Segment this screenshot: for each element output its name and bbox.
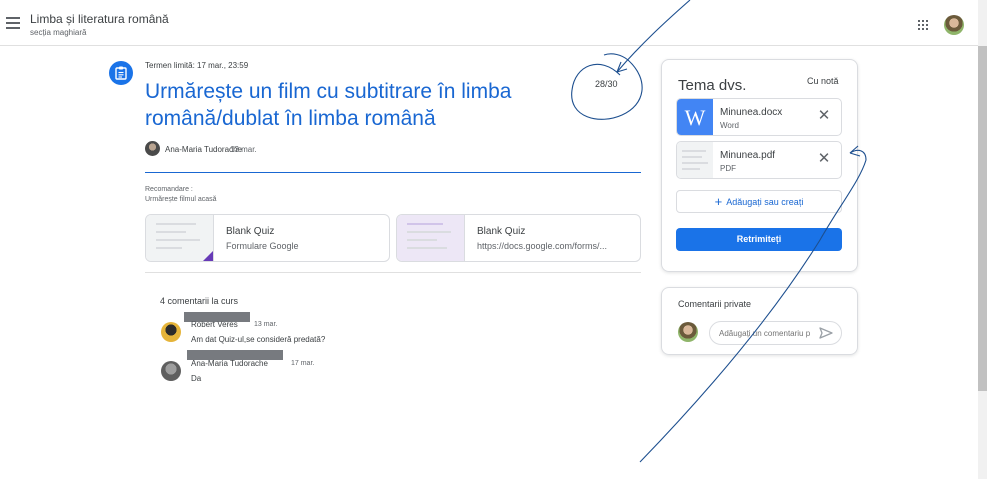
redaction-scribble (184, 312, 250, 322)
commenter-avatar (161, 361, 181, 381)
redaction-scribble (187, 350, 283, 360)
commenter-avatar (161, 322, 181, 342)
due-date: Termen limită: 17 mar., 23:59 (145, 61, 249, 70)
assignment-icon (109, 61, 133, 85)
class-subtitle: secția maghiară (30, 28, 87, 37)
attachment-card[interactable]: Blank Quiz https://docs.google.com/forms… (396, 214, 641, 262)
commenter-name: Ana-Maria Tudorache (191, 359, 268, 368)
user-avatar (678, 322, 698, 342)
send-icon[interactable] (819, 327, 833, 339)
attachment-thumbnail (397, 215, 465, 261)
pdf-file-icon (677, 142, 713, 178)
scrollbar-thumb[interactable] (978, 46, 987, 391)
submitted-file[interactable]: W Minunea.docx Word ✕ (676, 98, 842, 136)
attachment-title: Blank Quiz (477, 226, 526, 237)
close-icon[interactable]: ✕ (817, 108, 831, 123)
top-app-bar: Limba și literatura română secția maghia… (0, 0, 987, 46)
attachment-card[interactable]: Blank Quiz Formulare Google (145, 214, 390, 262)
file-type: PDF (720, 164, 736, 173)
account-avatar[interactable] (944, 15, 964, 35)
grade-points: 28/30 (595, 79, 618, 89)
title-divider (145, 172, 641, 173)
private-comments-title: Comentarii private (678, 299, 752, 309)
your-work-title: Tema dvs. (678, 77, 747, 94)
add-or-create-button[interactable]: + Adăugați sau creați (676, 190, 842, 213)
file-type: Word (720, 121, 739, 130)
comment-text: Am dat Quiz-ul,se consideră predată? (191, 335, 326, 344)
section-divider (145, 272, 641, 273)
add-or-create-label: Adăugați sau creați (726, 197, 804, 207)
apps-grid-icon[interactable] (918, 20, 928, 30)
close-icon[interactable]: ✕ (817, 151, 831, 166)
word-file-icon: W (677, 99, 713, 135)
recommendation-label: Recomandare : (145, 186, 193, 193)
file-name: Minunea.docx (720, 107, 783, 118)
attachment-title: Blank Quiz (226, 226, 275, 237)
post-date: 13 mar. (230, 145, 257, 154)
hamburger-menu-icon[interactable] (6, 17, 20, 29)
resubmit-button[interactable]: Retrimiteți (676, 228, 842, 251)
assignment-title: Urmărește un film cu subtitrare în limba… (145, 80, 512, 130)
author-avatar (145, 141, 160, 156)
submitted-file[interactable]: Minunea.pdf PDF ✕ (676, 141, 842, 179)
recommendation-text: Urmărește filmul acasă (145, 196, 217, 203)
grade-status: Cu notă (807, 76, 839, 86)
attachment-thumbnail (146, 215, 214, 261)
attachment-subtitle: Formulare Google (226, 241, 299, 251)
file-name: Minunea.pdf (720, 150, 776, 161)
attachment-url: https://docs.google.com/forms/... (477, 241, 608, 251)
recommendation: Recomandare : Urmărește filmul acasă (145, 185, 217, 205)
plus-icon: + (714, 194, 723, 209)
comment-text: Da (191, 374, 202, 383)
comment-date: 13 mar. (254, 321, 278, 328)
class-comments-heading[interactable]: 4 comentarii la curs (160, 296, 238, 306)
comment-date: 17 mar. (291, 360, 315, 367)
class-title[interactable]: Limba și literatura română (30, 12, 169, 26)
